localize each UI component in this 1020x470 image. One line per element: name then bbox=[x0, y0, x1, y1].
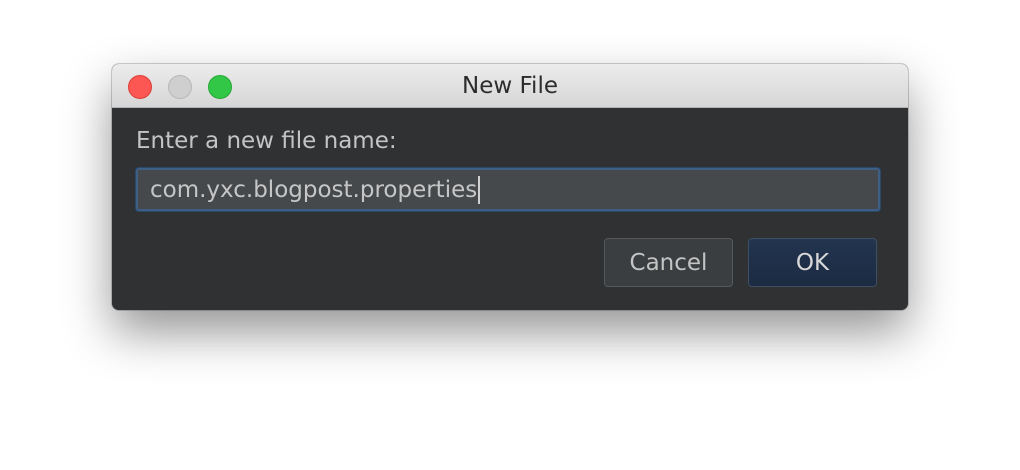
cancel-button[interactable]: Cancel bbox=[604, 238, 733, 287]
text-caret bbox=[478, 175, 481, 204]
ok-button[interactable]: OK bbox=[748, 238, 877, 287]
desktop-background: New File Enter a new file name: com.yxc.… bbox=[0, 0, 1020, 470]
window-title: New File bbox=[462, 73, 558, 99]
file-name-prompt: Enter a new file name: bbox=[136, 128, 397, 154]
file-name-input[interactable]: com.yxc.blogpost.properties bbox=[136, 168, 880, 211]
dialog-body: Enter a new file name: com.yxc.blogpost.… bbox=[112, 108, 908, 310]
title-bar: New File bbox=[112, 64, 908, 108]
new-file-dialog: New File Enter a new file name: com.yxc.… bbox=[112, 64, 908, 310]
file-name-input-value[interactable]: com.yxc.blogpost.properties bbox=[150, 177, 477, 203]
